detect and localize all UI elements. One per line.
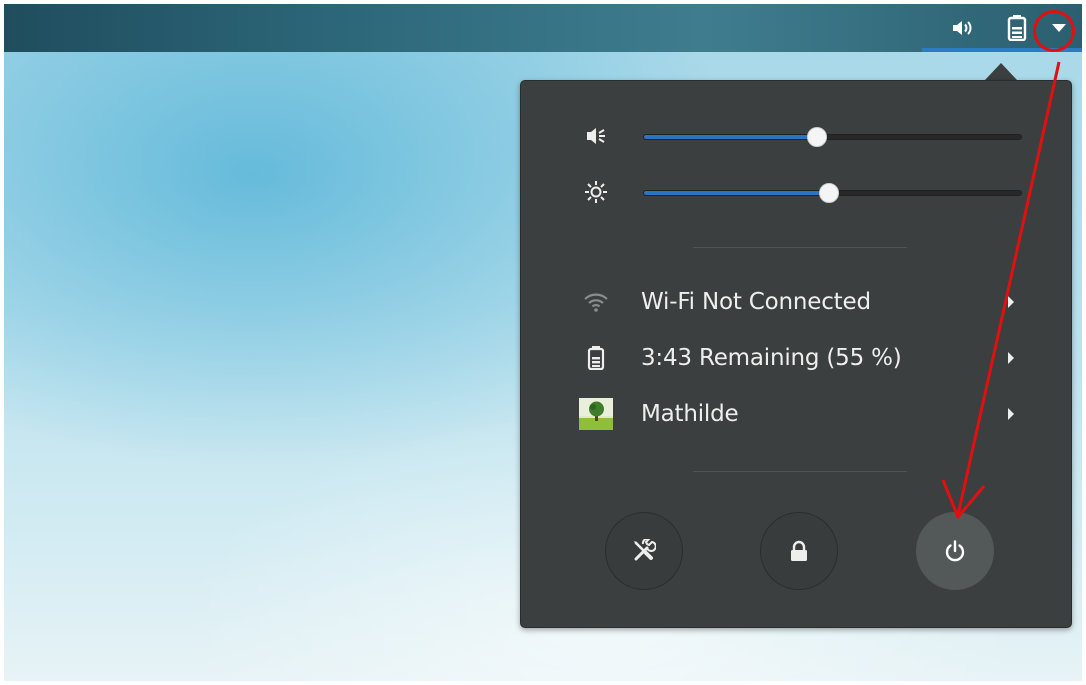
chevron-right-icon (1005, 295, 1017, 309)
volume-slider-handle[interactable] (807, 127, 828, 147)
system-menu: Wi-Fi Not Connected 3:43 Remaining (55 %… (520, 80, 1072, 628)
power-button[interactable] (916, 512, 994, 590)
topbar-battery-icon[interactable] (1002, 4, 1032, 52)
user-item[interactable]: Mathilde (521, 390, 1071, 438)
chevron-right-icon (1005, 351, 1017, 365)
separator (693, 247, 907, 248)
battery-label: 3:43 Remaining (55 %) (641, 345, 902, 371)
volume-row (521, 121, 1071, 151)
lock-icon (791, 540, 807, 561)
top-bar (4, 4, 1082, 52)
menu-pointer (985, 63, 1017, 80)
brightness-icon (581, 177, 611, 207)
brightness-slider-fill (644, 191, 829, 195)
volume-slider-fill (644, 135, 818, 139)
brightness-row (521, 177, 1071, 207)
battery-item[interactable]: 3:43 Remaining (55 %) (521, 334, 1071, 382)
settings-button[interactable] (605, 512, 683, 590)
brightness-slider[interactable] (643, 183, 1022, 203)
chevron-right-icon (1005, 407, 1017, 421)
wifi-item[interactable]: Wi-Fi Not Connected (521, 278, 1071, 326)
wifi-label: Wi-Fi Not Connected (641, 289, 871, 315)
battery-icon (579, 341, 613, 375)
active-indicator (922, 48, 1082, 52)
settings-icon (634, 539, 656, 561)
separator (693, 471, 907, 472)
power-icon (945, 540, 965, 562)
user-label: Mathilde (641, 401, 739, 427)
lock-button[interactable] (760, 512, 838, 590)
wifi-icon (579, 285, 613, 319)
volume-slider[interactable] (643, 127, 1022, 147)
topbar-volume-icon[interactable] (948, 4, 978, 52)
menu-dropdown-icon[interactable] (1044, 4, 1074, 52)
user-avatar (579, 397, 613, 431)
brightness-slider-handle[interactable] (818, 183, 839, 203)
speaker-icon (581, 121, 611, 151)
